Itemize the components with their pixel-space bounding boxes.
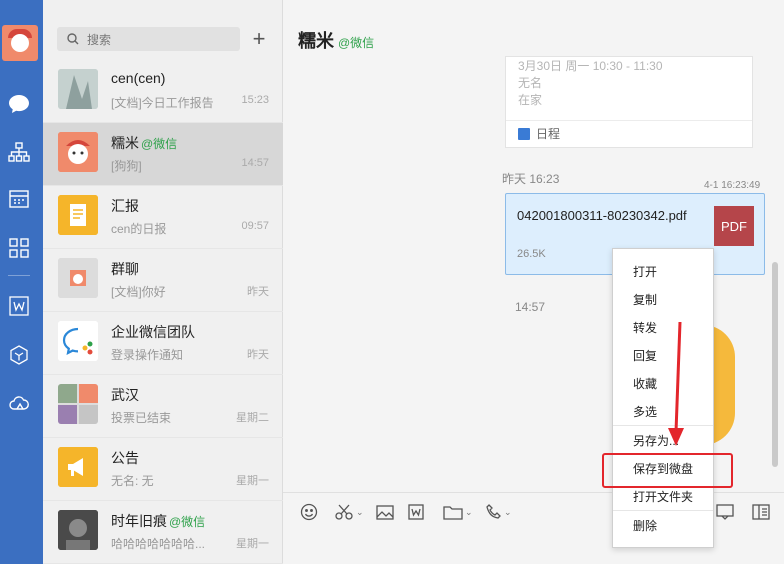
schedule-card[interactable]: 3月30日 周一 10:30 - 11:30 无名 在家 日程 xyxy=(505,56,753,148)
apps-icon[interactable] xyxy=(7,236,31,260)
chat-item[interactable]: 公告 无名: 无 星期一 xyxy=(43,438,283,501)
message-icon[interactable] xyxy=(716,502,734,522)
calendar-icon[interactable] xyxy=(7,187,31,211)
chat-item[interactable]: 企业微信团队 登录操作通知 昨天 xyxy=(43,312,283,375)
screenshot-icon[interactable]: ⌄ xyxy=(334,502,364,522)
group-avatar xyxy=(58,258,98,298)
chat-item[interactable]: 时年旧痕 @微信 哈哈哈哈哈哈哈... 星期一 xyxy=(43,501,283,564)
chat-preview: [文档]今日工作报告 xyxy=(111,96,214,110)
search-input[interactable]: 搜索 xyxy=(57,27,240,51)
menu-item-copy[interactable]: 复制 xyxy=(613,285,713,313)
cloud-icon[interactable] xyxy=(7,391,31,415)
user-avatar[interactable] xyxy=(2,25,38,61)
wework-logo-icon xyxy=(58,321,98,361)
chat-item[interactable]: 糯米 @微信 [狗狗] 14:57 xyxy=(43,123,283,186)
org-icon[interactable] xyxy=(7,140,31,164)
scrollbar[interactable] xyxy=(772,262,778,467)
chat-item[interactable]: cen(cen) [文档]今日工作报告 15:23 xyxy=(43,60,283,123)
doc-icon[interactable] xyxy=(7,294,31,318)
chat-preview: 登录操作通知 xyxy=(111,348,184,362)
chat-icon[interactable] xyxy=(7,92,31,116)
chat-name: 公告 xyxy=(111,450,139,466)
announcement-icon xyxy=(58,447,98,487)
chat-item[interactable]: 群聊 [文档]你好 昨天 xyxy=(43,249,283,312)
menu-item-delete[interactable]: 删除 xyxy=(613,511,713,539)
chat-name: 时年旧痕 @微信 xyxy=(111,513,206,529)
chat-time: 昨天 xyxy=(247,286,269,298)
chat-name: 群聊 xyxy=(111,261,139,277)
message-timestamp: 14:57 xyxy=(515,300,546,314)
chat-list: 搜索 + cen(cen) [文档]今日工作报告 15:23 糯米 @微信 [狗狗… xyxy=(43,0,283,564)
sidebar-toggle-icon[interactable] xyxy=(752,502,770,522)
box-icon[interactable] xyxy=(7,343,31,367)
group-avatar xyxy=(58,384,98,424)
chat-preview: 无名: 无 xyxy=(111,474,154,488)
chat-avatar xyxy=(58,69,98,109)
chat-item[interactable]: 汇报 cen的日报 09:57 xyxy=(43,186,283,249)
schedule-location: 在家 xyxy=(518,93,543,107)
schedule-time: 3月30日 周一 10:30 - 11:30 xyxy=(518,59,663,73)
chat-preview: cen的日报 xyxy=(111,222,167,236)
file-name: 042001800311-80230342.pdf xyxy=(517,208,687,223)
schedule-line: 无名 xyxy=(518,76,543,90)
folder-icon[interactable]: ⌄ xyxy=(443,502,473,522)
phone-icon[interactable]: ⌄ xyxy=(486,502,512,522)
conversation-header: 糯米 @微信 xyxy=(283,0,784,62)
chat-time: 昨天 xyxy=(247,349,269,361)
chat-name: cen(cen) xyxy=(111,70,166,86)
chat-preview: [狗狗] xyxy=(111,159,142,173)
chat-name: 企业微信团队 xyxy=(111,324,195,340)
wechat-tag: @微信 xyxy=(338,36,375,50)
schedule-footer: 日程 xyxy=(518,125,560,142)
chat-preview: [文档]你好 xyxy=(111,285,166,299)
menu-item-favorite[interactable]: 收藏 xyxy=(613,369,713,397)
chat-time: 星期一 xyxy=(236,475,269,487)
conversation-title: 糯米 @微信 xyxy=(298,31,375,51)
nav-rail xyxy=(0,0,43,564)
search-placeholder: 搜索 xyxy=(87,32,112,47)
message-timestamp: 昨天 16:23 xyxy=(502,172,560,186)
file-size: 26.5K xyxy=(517,248,546,260)
menu-item-reply[interactable]: 回复 xyxy=(613,341,713,369)
chat-time: 15:23 xyxy=(241,94,269,106)
chat-name: 汇报 xyxy=(111,198,139,214)
chat-preview: 哈哈哈哈哈哈哈... xyxy=(111,537,206,551)
chat-time: 星期一 xyxy=(236,538,269,550)
wechat-tag: @微信 xyxy=(141,137,178,151)
add-button[interactable]: + xyxy=(249,26,269,51)
menu-item-forward[interactable]: 转发 xyxy=(613,313,713,341)
menu-item-save-as[interactable]: 另存为... xyxy=(613,426,713,454)
context-menu: 打开 复制 转发 回复 收藏 多选 另存为... 保存到微盘 打开文件夹 删除 xyxy=(612,248,714,548)
chat-time: 09:57 xyxy=(241,220,269,232)
calendar-icon xyxy=(518,127,530,140)
document-icon[interactable] xyxy=(408,502,424,522)
search-icon xyxy=(67,33,79,45)
chat-time: 星期二 xyxy=(236,412,269,424)
menu-item-open[interactable]: 打开 xyxy=(613,257,713,285)
read-timestamp: 4-1 16:23:49 xyxy=(704,180,761,191)
emoji-icon[interactable] xyxy=(300,502,318,522)
pdf-icon: PDF xyxy=(714,206,754,246)
wechat-tag: @微信 xyxy=(169,515,206,529)
chat-avatar xyxy=(58,132,98,172)
highlight-box xyxy=(602,453,733,488)
image-icon[interactable] xyxy=(376,502,394,522)
chat-item[interactable]: 武汉 投票已结束 星期二 xyxy=(43,375,283,438)
chat-name: 糯米 @微信 xyxy=(111,135,178,151)
menu-item-multiselect[interactable]: 多选 xyxy=(613,397,713,425)
chat-name: 武汉 xyxy=(111,387,139,403)
chat-preview: 投票已结束 xyxy=(111,411,172,425)
chat-time: 14:57 xyxy=(241,157,269,169)
chat-avatar xyxy=(58,510,98,550)
report-icon xyxy=(58,195,98,235)
